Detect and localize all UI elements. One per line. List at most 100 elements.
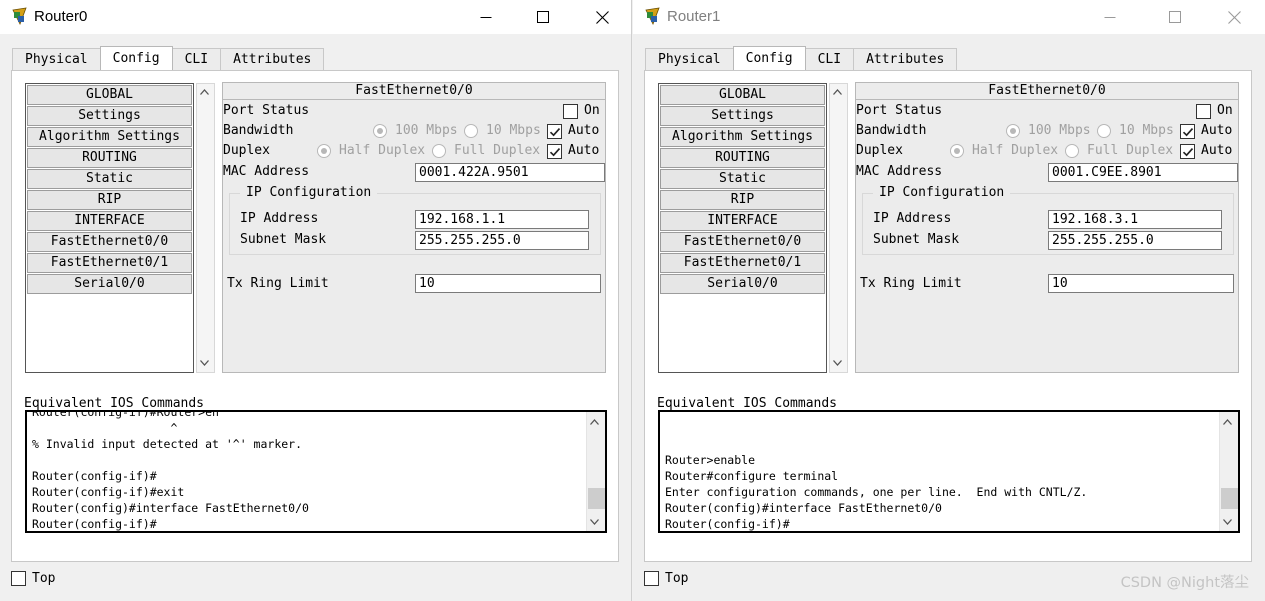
mac-address-field[interactable]: 0001.422A.9501: [415, 163, 605, 182]
console-line: % Invalid input detected at '^' marker.: [32, 437, 303, 451]
tab-physical[interactable]: Physical: [12, 48, 101, 70]
close-icon: [596, 11, 609, 24]
close-button[interactable]: [579, 0, 625, 34]
half-duplex-radio[interactable]: [950, 144, 964, 158]
mac-address-label: MAC Address: [223, 164, 310, 179]
sidebar-scrollbar[interactable]: [829, 83, 848, 373]
maximize-button[interactable]: [520, 0, 566, 34]
sidebar-item-settings[interactable]: Settings: [660, 106, 825, 126]
interface-header: FastEthernet0/0: [223, 83, 605, 100]
top-checkbox[interactable]: [11, 571, 26, 586]
top-checkbox[interactable]: [644, 571, 659, 586]
tab-cli[interactable]: CLI: [171, 48, 222, 70]
router0-window: Router0 Physical Config CLI Attributes GLOB…: [0, 0, 632, 601]
tab-config[interactable]: Config: [732, 46, 806, 70]
sidebar-item-global[interactable]: GLOBAL: [27, 85, 192, 105]
bandwidth-auto-checkbox[interactable]: [1180, 124, 1195, 139]
sidebar-item-static[interactable]: Static: [660, 169, 825, 189]
tab-config[interactable]: Config: [99, 46, 173, 70]
bandwidth-100-label: 100 Mbps: [1028, 123, 1091, 138]
sidebar-item-routing[interactable]: ROUTING: [660, 148, 825, 168]
full-duplex-radio[interactable]: [1065, 144, 1079, 158]
close-button[interactable]: [1211, 0, 1257, 34]
sidebar-item-serial0-0[interactable]: Serial0/0: [27, 274, 192, 294]
tab-physical[interactable]: Physical: [645, 48, 734, 70]
packet-tracer-router-icon: [12, 7, 27, 25]
ios-commands-console[interactable]: Router(config-if)#Router>en ^ % Invalid i…: [25, 410, 607, 533]
sidebar-item-global[interactable]: GLOBAL: [660, 85, 825, 105]
sidebar-item-interface[interactable]: INTERFACE: [27, 211, 192, 231]
scroll-up-arrow-icon[interactable]: [587, 414, 604, 431]
scroll-down-arrow-icon[interactable]: [197, 355, 214, 372]
sidebar-item-fastethernet0-0[interactable]: FastEthernet0/0: [27, 232, 192, 252]
bandwidth-auto-checkbox[interactable]: [547, 124, 562, 139]
equivalent-ios-commands-label: Equivalent IOS Commands: [657, 396, 838, 411]
sidebar-item-serial0-0[interactable]: Serial0/0: [660, 274, 825, 294]
mac-address-field[interactable]: 0001.C9EE.8901: [1048, 163, 1238, 182]
tab-cli[interactable]: CLI: [804, 48, 855, 70]
interface-header: FastEthernet0/0: [856, 83, 1238, 100]
bandwidth-auto-label: Auto: [1201, 123, 1233, 138]
console-line: Router(config-if)#: [665, 517, 790, 531]
half-duplex-radio[interactable]: [317, 144, 331, 158]
bandwidth-10-label: 10 Mbps: [1119, 123, 1174, 138]
sidebar-item-interface[interactable]: INTERFACE: [660, 211, 825, 231]
console-scrollbar[interactable]: [586, 412, 605, 531]
sidebar-scrollbar[interactable]: [196, 83, 215, 373]
scroll-up-arrow-icon[interactable]: [197, 84, 214, 101]
title-bar: Router0: [0, 0, 631, 34]
ip-address-field[interactable]: 192.168.3.1: [1048, 210, 1222, 229]
tab-attributes[interactable]: Attributes: [220, 48, 325, 70]
ios-commands-console[interactable]: Router>enable Router#configure terminal En…: [658, 410, 1240, 533]
close-icon: [1228, 11, 1241, 24]
bandwidth-10-radio[interactable]: [1097, 124, 1111, 138]
interface-form: FastEthernet0/0 Port Status On Bandwidth…: [222, 82, 606, 373]
duplex-auto-label: Auto: [1201, 143, 1233, 158]
scroll-up-arrow-icon[interactable]: [1220, 414, 1237, 431]
console-scroll-thumb[interactable]: [1221, 488, 1238, 509]
packet-tracer-router-icon: [645, 7, 660, 25]
tab-bar: Physical Config CLI Attributes: [645, 46, 958, 70]
scroll-down-arrow-icon[interactable]: [587, 514, 604, 531]
bandwidth-label: Bandwidth: [223, 123, 294, 138]
sidebar-item-settings[interactable]: Settings: [27, 106, 192, 126]
subnet-mask-field[interactable]: 255.255.255.0: [415, 231, 589, 250]
mac-address-label: MAC Address: [856, 164, 943, 179]
ip-address-label: IP Address: [873, 211, 952, 226]
sidebar-item-algorithm-settings[interactable]: Algorithm Settings: [660, 127, 825, 147]
bandwidth-100-radio[interactable]: [373, 124, 387, 138]
minimize-icon: [480, 17, 492, 18]
minimize-button[interactable]: [1087, 0, 1133, 34]
duplex-auto-checkbox[interactable]: [1180, 144, 1195, 159]
scroll-down-arrow-icon[interactable]: [1220, 514, 1237, 531]
bandwidth-10-radio[interactable]: [464, 124, 478, 138]
maximize-button[interactable]: [1152, 0, 1198, 34]
sidebar-item-fastethernet0-0[interactable]: FastEthernet0/0: [660, 232, 825, 252]
console-scrollbar[interactable]: [1219, 412, 1238, 531]
sidebar-item-fastethernet0-1[interactable]: FastEthernet0/1: [27, 253, 192, 273]
router1-window: Router1 Physical Config CLI Attributes GLOB…: [633, 0, 1265, 601]
subnet-mask-field[interactable]: 255.255.255.0: [1048, 231, 1222, 250]
port-on-label: On: [584, 103, 600, 118]
scroll-down-arrow-icon[interactable]: [830, 355, 847, 372]
minimize-button[interactable]: [463, 0, 509, 34]
port-status-label: Port Status: [223, 103, 310, 118]
sidebar-item-rip[interactable]: RIP: [27, 190, 192, 210]
sidebar-item-routing[interactable]: ROUTING: [27, 148, 192, 168]
ip-configuration-group: IP Configuration IP Address 192.168.3.1 …: [862, 185, 1234, 255]
full-duplex-radio[interactable]: [432, 144, 446, 158]
scroll-up-arrow-icon[interactable]: [830, 84, 847, 101]
port-on-checkbox[interactable]: [563, 104, 578, 119]
console-scroll-thumb[interactable]: [588, 488, 605, 509]
tx-ring-limit-field[interactable]: 10: [415, 274, 601, 293]
sidebar-item-algorithm-settings[interactable]: Algorithm Settings: [27, 127, 192, 147]
bandwidth-100-radio[interactable]: [1006, 124, 1020, 138]
sidebar-item-static[interactable]: Static: [27, 169, 192, 189]
tab-attributes[interactable]: Attributes: [853, 48, 958, 70]
tx-ring-limit-field[interactable]: 10: [1048, 274, 1234, 293]
duplex-auto-checkbox[interactable]: [547, 144, 562, 159]
port-on-checkbox[interactable]: [1196, 104, 1211, 119]
ip-address-field[interactable]: 192.168.1.1: [415, 210, 589, 229]
sidebar-item-fastethernet0-1[interactable]: FastEthernet0/1: [660, 253, 825, 273]
sidebar-item-rip[interactable]: RIP: [660, 190, 825, 210]
